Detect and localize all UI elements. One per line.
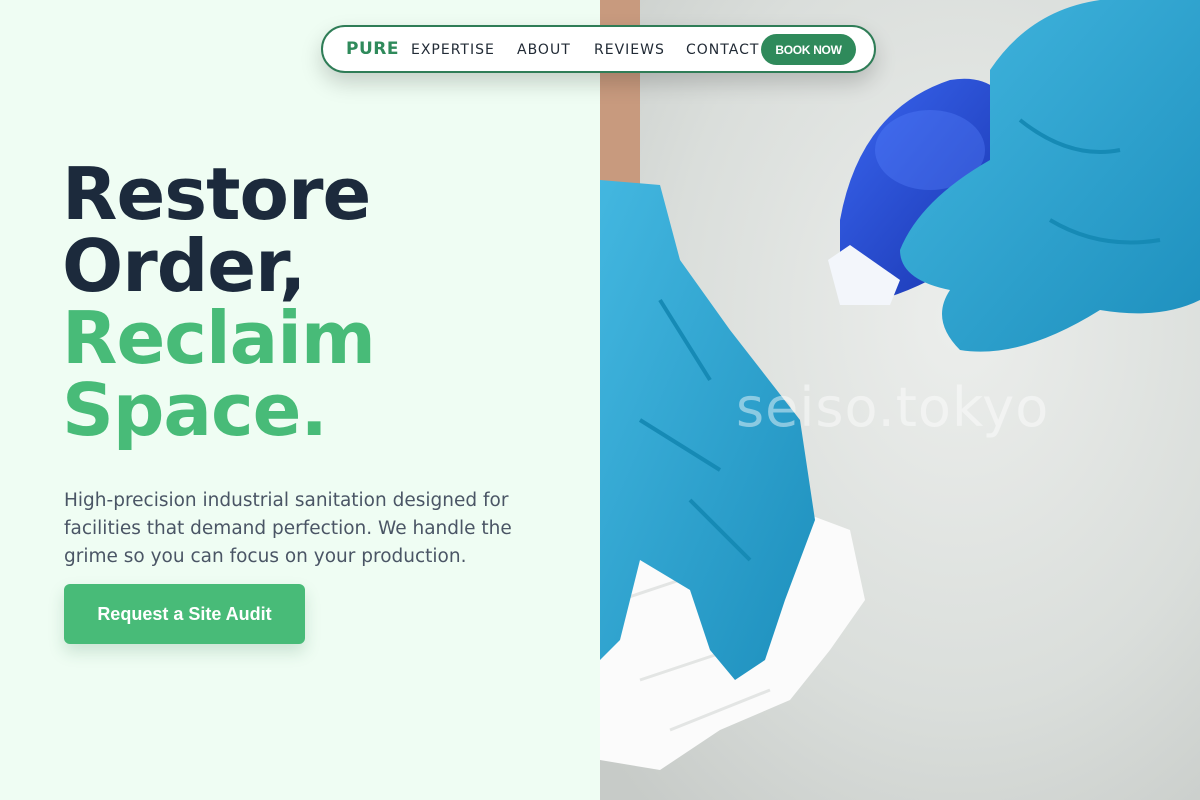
nav-link-contact[interactable]: CONTACT [686,42,759,58]
request-site-audit-button[interactable]: Request a Site Audit [64,584,305,644]
brand-logo[interactable]: PURE [346,39,399,59]
nav-link-about[interactable]: ABOUT [517,42,571,58]
book-now-button[interactable]: BOOK NOW [761,34,856,65]
top-nav: PURE EXPERTISE ABOUT REVIEWS CONTACT BOO… [321,25,876,73]
hero-description: High-precision industrial sanitation des… [64,489,512,567]
hero-headline: Restore Order, Reclaim Space. [62,152,376,452]
headline-line-2: Order, [62,224,306,308]
hero-photo: seiso.tokyo [600,0,1200,800]
hero-left-panel: Restore Order, Reclaim Space. High-preci… [0,0,600,800]
watermark-text: seiso.tokyo [736,376,1050,439]
nav-link-expertise[interactable]: EXPERTISE [411,42,495,58]
headline-line-3: Reclaim [62,296,376,380]
landing-page: Restore Order, Reclaim Space. High-preci… [0,0,1200,800]
headline-line-4: Space. [62,368,328,452]
nav-link-reviews[interactable]: REVIEWS [594,42,665,58]
headline-line-1: Restore [62,152,371,236]
